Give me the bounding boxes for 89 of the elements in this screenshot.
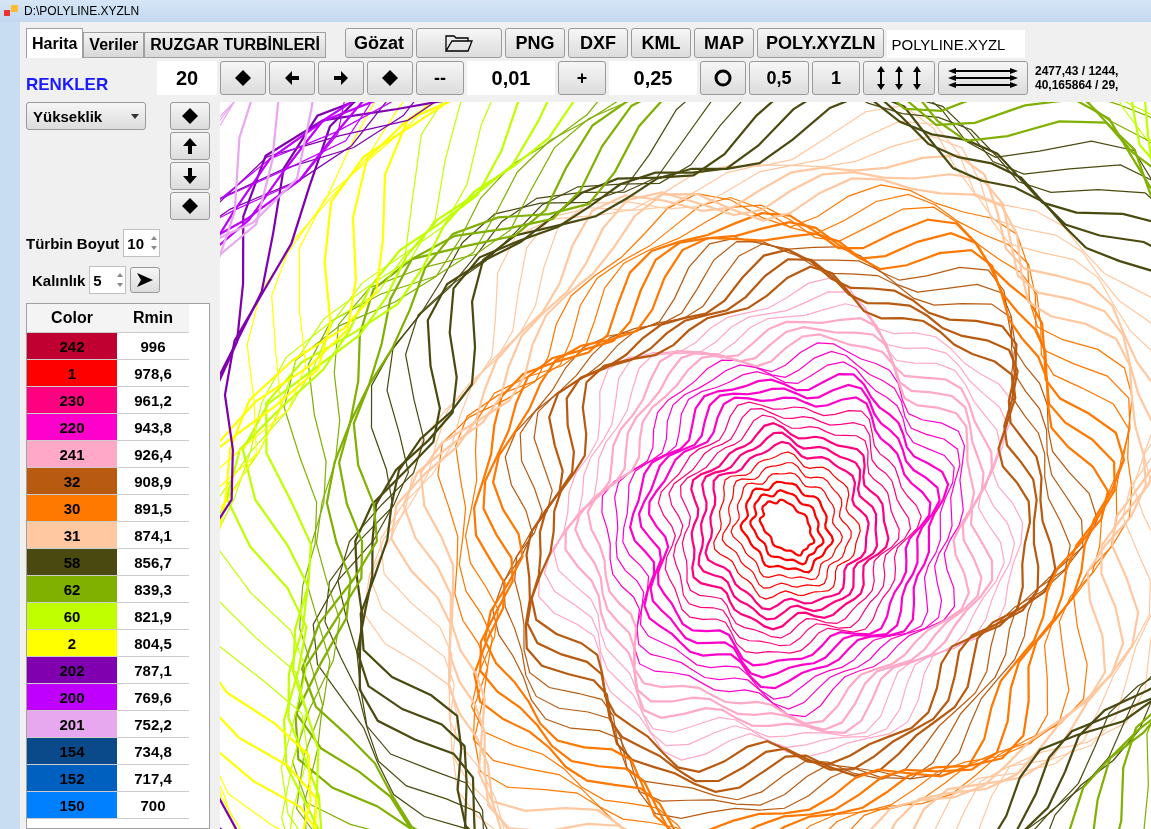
color-cell: 30 [27,495,117,522]
color-cell: 1 [27,360,117,387]
table-cell: 856,7 [117,549,189,576]
left-button[interactable] [269,61,315,95]
turbine-size-label: Türbin Boyut [26,234,120,252]
down-button[interactable] [170,162,210,190]
right-button[interactable] [318,61,364,95]
number-field[interactable]: 20 [157,61,217,95]
color-cell: 62 [27,576,117,603]
down-arrow-icon [180,166,200,186]
up-arrow-icon [180,136,200,156]
toolbar-button[interactable]: MAP [694,28,755,58]
window-title: D:\POLYLINE.XYZLN [24,4,140,18]
table-cell: 700 [117,792,189,819]
toolbar-button[interactable]: 1 [812,61,860,95]
turbine-size-spinner[interactable]: 10 [123,229,161,257]
table-cell: 926,4 [117,441,189,468]
tab[interactable]: Veriler [83,32,145,58]
table-cell: 752,2 [117,711,189,738]
table-cell: 839,3 [117,576,189,603]
diamond-button[interactable] [367,61,413,95]
toolbar-button[interactable]: Gözat [345,28,414,58]
color-cell: 200 [27,684,117,711]
number-field[interactable]: 0,01 [467,61,555,95]
color-cell: 230 [27,387,117,414]
table-cell: 821,9 [117,603,189,630]
app-icon [4,5,18,17]
horizontal-button[interactable] [938,61,1028,95]
color-cell: 60 [27,603,117,630]
toolbar-button[interactable]: -- [416,61,464,95]
color-cell: 2 [27,630,117,657]
color-cell: 241 [27,441,117,468]
color-cell: 201 [27,711,117,738]
color-cell: 154 [27,738,117,765]
color-cell: 242 [27,333,117,360]
thickness-label: Kalınlık [32,271,86,289]
diamond-button[interactable] [170,192,210,220]
color-cell: 58 [27,549,117,576]
table-cell: 978,6 [117,360,189,387]
column-header: Color [27,304,117,333]
table-cell: 734,8 [117,738,189,765]
diamond-icon [233,68,253,88]
color-cell: 150 [27,792,117,819]
diamond-icon [180,196,200,216]
color-cell: 31 [27,522,117,549]
color-cell: 202 [27,657,117,684]
up-button[interactable] [170,132,210,160]
table-cell: 891,5 [117,495,189,522]
diamond-icon [380,68,400,88]
table-cell: 874,1 [117,522,189,549]
colors-label: RENKLER [26,74,110,95]
table-cell: 717,4 [117,765,189,792]
open-folder-button[interactable] [416,28,503,58]
table-cell: 961,2 [117,387,189,414]
play-arrow-icon [136,272,155,288]
toolbar-button[interactable]: KML [631,28,692,58]
coordinate-text: 40,165864 / 29, [1035,78,1119,92]
table-cell: 804,5 [117,630,189,657]
tab[interactable]: RUZGAR TURBİNLERİ [144,32,327,58]
thickness-spinner[interactable]: 5 [89,266,127,294]
table-cell: 943,8 [117,414,189,441]
apply-button[interactable] [130,267,161,293]
coordinate-text: 2477,43 / 1244, [1035,64,1119,78]
table-cell: 908,9 [117,468,189,495]
table-cell: 787,1 [117,657,189,684]
color-cell: 220 [27,414,117,441]
number-field[interactable]: 0,25 [609,61,697,95]
horizontal-arrows-icon [947,67,1019,89]
table-cell: 769,6 [117,684,189,711]
vertical-button[interactable] [863,61,935,95]
toolbar-button[interactable]: POLY.XYZLN [757,28,885,58]
diamond-icon [180,106,200,126]
toolbar-button[interactable]: + [558,61,606,95]
toolbar-button[interactable]: 0,5 [749,61,809,95]
toolbar-button[interactable]: PNG [505,28,566,58]
right-arrow-icon [331,68,351,88]
mode-dropdown[interactable]: Yükseklik [26,102,146,130]
tab[interactable]: Harita [26,28,84,58]
caret-icon [131,113,139,119]
color-cell: 152 [27,765,117,792]
color-cell: 32 [27,468,117,495]
file-name-field[interactable]: POLYLINE.XYZL [887,30,1026,58]
table-cell: 996 [117,333,189,360]
circle-button[interactable] [700,61,746,95]
folder-icon [444,33,475,53]
column-header: Rmin [117,304,189,333]
diamond-button[interactable] [220,61,266,95]
toolbar-button[interactable]: DXF [568,28,629,58]
diamond-button[interactable] [170,102,210,130]
